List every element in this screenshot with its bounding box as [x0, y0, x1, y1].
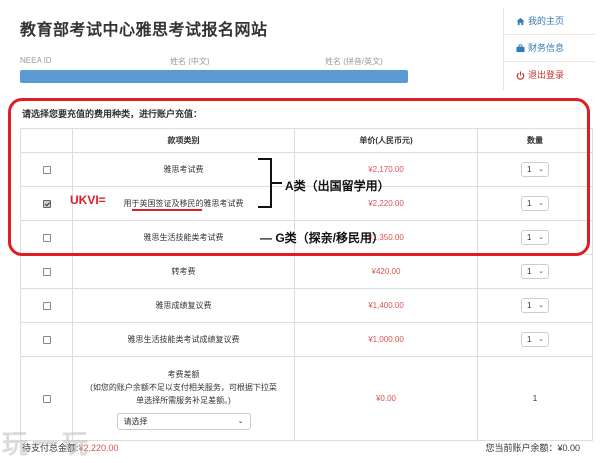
fee-checkbox[interactable] [42, 335, 51, 344]
fee-name: 转考费 [72, 254, 295, 289]
table-row: 雅思生活技能类考试成绩复议费 ¥1,000.00 1 ⌄ [20, 322, 593, 357]
table-row: 雅思成绩复议费 ¥1,400.00 1 ⌄ [20, 288, 593, 323]
bracket-tick [272, 182, 282, 184]
side-link-home[interactable]: 我的主页 [504, 8, 595, 35]
fee-name: 雅思成绩复议费 [72, 288, 295, 323]
difference-note-line2: 单选择所需服务补足差额。) [136, 395, 231, 405]
visa-underline [132, 209, 202, 211]
chevron-down-icon: ⌄ [237, 417, 244, 425]
side-link-logout-label: 退出登录 [528, 70, 565, 80]
chevron-down-icon: ⌄ [538, 268, 544, 275]
difference-title: 考费差额 [167, 369, 200, 379]
table-row: 转考费 ¥420.00 1 ⌄ [20, 254, 593, 289]
page-title: 教育部考试中心雅思考试报名网站 [20, 22, 268, 39]
fee-price: ¥1,000.00 [294, 322, 478, 357]
chinese-name-label: 姓名 (中文) [170, 57, 210, 66]
side-link-home-label: 我的主页 [528, 16, 565, 26]
side-link-finance[interactable]: 财务信息 [504, 35, 595, 62]
ukvi-annotation: UKVI= [70, 193, 106, 207]
fee-checkbox[interactable] [42, 267, 51, 276]
fee-name: 雅思生活技能类考试成绩复议费 [72, 322, 295, 357]
quantity-select[interactable]: 1 ⌄ [521, 264, 549, 279]
fee-checkbox[interactable] [42, 394, 51, 403]
fee-checkbox[interactable] [42, 301, 51, 310]
quantity-value: 1 [527, 267, 532, 276]
power-icon [516, 71, 525, 80]
watermark: 玩一玩 [2, 429, 93, 459]
difference-quantity: 1 [477, 356, 593, 441]
quantity-select[interactable]: 1 ⌄ [521, 332, 549, 347]
chevron-down-icon: ⌄ [538, 336, 544, 343]
user-info-bar [20, 70, 408, 83]
fee-price: ¥1,400.00 [294, 288, 478, 323]
fee-price: ¥0.00 [294, 356, 478, 441]
fee-price: ¥420.00 [294, 254, 478, 289]
account-balance: 您当前账户余额：¥0.00 [485, 443, 580, 453]
user-info-labels: NEEA ID 姓名 (中文) 姓名 (拼音/英文) [20, 56, 408, 68]
side-link-finance-label: 财务信息 [528, 43, 565, 53]
neea-id-label: NEEA ID [20, 56, 52, 65]
quantity-select[interactable]: 1 ⌄ [521, 298, 549, 313]
pinyin-name-label: 姓名 (拼音/英文) [325, 57, 383, 66]
chevron-down-icon: ⌄ [538, 302, 544, 309]
select-placeholder: 请选择 [123, 416, 148, 426]
home-icon [516, 17, 525, 26]
quantity-value: 1 [527, 335, 532, 344]
bracket-annotation [258, 158, 272, 208]
difference-service-select[interactable]: 请选择 ⌄ [116, 412, 251, 430]
side-link-logout[interactable]: 退出登录 [504, 62, 595, 89]
class-a-annotation: A类（出国留学用） [285, 179, 390, 193]
side-menu: 我的主页 财务信息 退出登录 [503, 8, 595, 90]
class-g-annotation: — G类（探亲/移民用） [260, 231, 385, 245]
quantity-value: 1 [527, 301, 532, 310]
table-row-difference: 考费差额 (如您的账户余额不足以支付相关服务，可根据下拉菜 单选择所需服务补足差… [20, 356, 593, 441]
briefcase-icon [516, 44, 525, 53]
difference-note-line1: (如您的账户余额不足以支付相关服务，可根据下拉菜 [90, 382, 277, 392]
